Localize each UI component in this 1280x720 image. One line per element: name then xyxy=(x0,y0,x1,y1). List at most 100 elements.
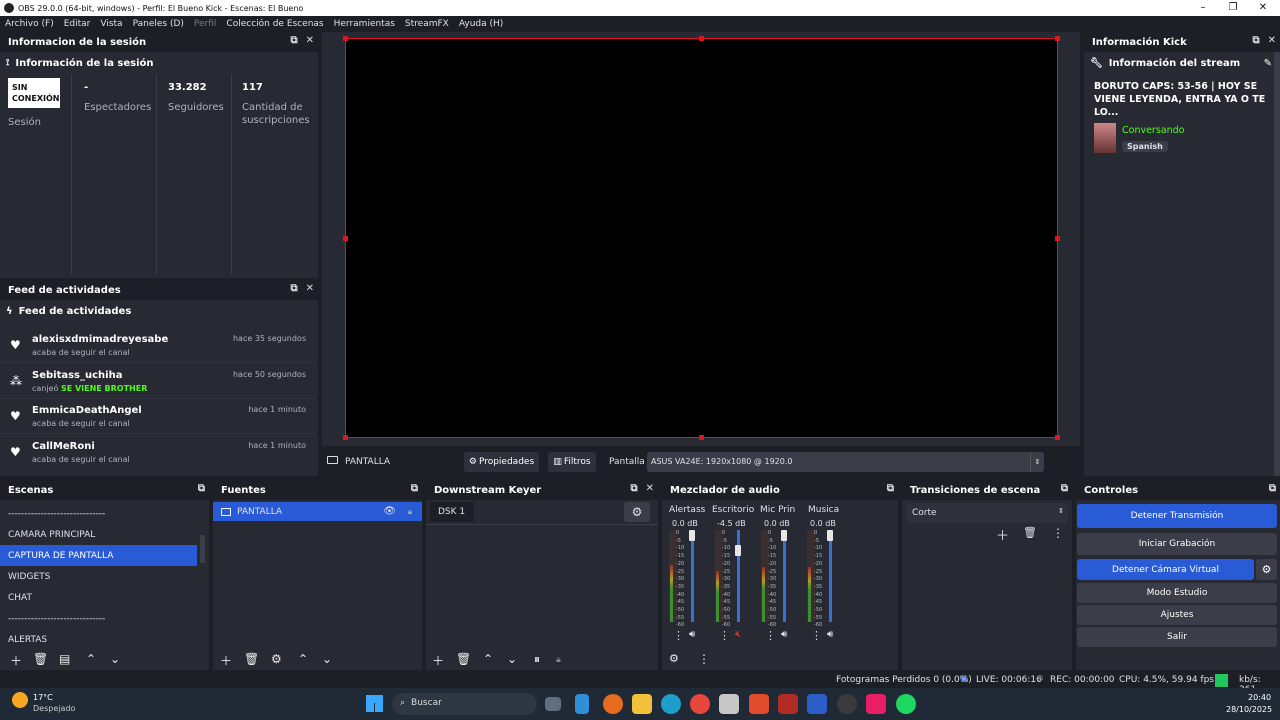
close-icon[interactable]: ✕ xyxy=(306,35,314,46)
gear-icon[interactable]: ⚙ xyxy=(624,502,650,522)
list-item[interactable]: ALERTAS xyxy=(0,629,209,650)
float-icon[interactable]: ⧉ xyxy=(411,483,418,494)
display-select[interactable]: ASUS VA24E: 1920x1080 @ 1920.0 ⇕ xyxy=(647,452,1044,472)
float-icon[interactable]: ⧉ xyxy=(290,35,297,46)
fader-handle[interactable] xyxy=(689,530,695,541)
exit-button[interactable]: Salir xyxy=(1077,627,1277,647)
obs-icon[interactable] xyxy=(837,694,857,714)
down-icon[interactable]: ⌄ xyxy=(110,652,120,666)
up-icon[interactable]: ⌃ xyxy=(483,652,493,666)
float-icon[interactable]: ⧉ xyxy=(1269,483,1276,494)
source-item[interactable]: PANTALLA 👁︎ 🔒︎ xyxy=(213,502,422,521)
list-item[interactable]: ------------------------------ xyxy=(0,503,209,524)
gear-icon[interactable]: ⚙ xyxy=(271,652,282,666)
stop-virtual-cam-button[interactable]: Detener Cámara Virtual xyxy=(1077,559,1254,580)
muted-speaker-icon[interactable]: 🔇︎ xyxy=(735,629,741,640)
float-icon[interactable]: ⧉ xyxy=(630,483,637,494)
mixer-settings-icon[interactable]: ⚙ xyxy=(669,652,679,665)
close-icon[interactable]: ✕ xyxy=(646,483,654,494)
filter-icon[interactable]: ▤ xyxy=(59,652,70,666)
menu-ayuda[interactable]: Ayuda (H) xyxy=(454,19,508,29)
transition-select[interactable]: Corte ⇕ xyxy=(906,503,1068,523)
speaker-icon[interactable]: 🔊︎ xyxy=(827,629,833,640)
start-recording-button[interactable]: Iniciar Grabación xyxy=(1077,533,1277,555)
close-icon[interactable]: ✕ xyxy=(306,283,314,294)
dsk-tab[interactable]: DSK 1 xyxy=(430,502,474,522)
list-item[interactable]: CHAT xyxy=(0,587,209,608)
volume-fader[interactable] xyxy=(691,530,694,622)
preview-canvas[interactable] xyxy=(343,36,1060,440)
down-icon[interactable]: ⌄ xyxy=(507,652,517,666)
pause-icon[interactable]: ⏸︎ xyxy=(534,652,540,667)
menu-dots-icon[interactable]: ⋮ xyxy=(719,629,730,642)
resize-handle[interactable] xyxy=(1055,435,1060,440)
studio-mode-button[interactable]: Modo Estudio xyxy=(1077,583,1277,603)
properties-button[interactable]: ⚙ Propiedades xyxy=(464,452,539,472)
menu-coleccion[interactable]: Colección de Escenas xyxy=(221,19,328,29)
fader-handle[interactable] xyxy=(735,545,741,556)
menu-vista[interactable]: Vista xyxy=(95,19,127,29)
float-icon[interactable]: ⧉ xyxy=(198,483,205,494)
down-icon[interactable]: ⌄ xyxy=(322,652,332,666)
edit-icon[interactable]: ✎ xyxy=(1264,58,1272,69)
trash-icon[interactable]: 🗑︎ xyxy=(33,652,48,666)
menu-paneles[interactable]: Paneles (D) xyxy=(128,19,189,29)
speaker-icon[interactable]: 🔊︎ xyxy=(689,629,695,640)
task-view-icon[interactable] xyxy=(545,697,561,711)
menu-dots-icon[interactable]: ⋮ xyxy=(698,652,710,666)
close-icon[interactable]: ✕ xyxy=(1268,35,1276,46)
firefox-icon[interactable] xyxy=(603,694,623,714)
eye-icon[interactable]: 👁︎ xyxy=(383,506,396,517)
volume-fader[interactable] xyxy=(737,530,740,622)
close-icon[interactable]: ✕ xyxy=(1248,0,1278,16)
menu-dots-icon[interactable]: ⋮ xyxy=(673,629,684,642)
fader-handle[interactable] xyxy=(827,530,833,541)
add-icon[interactable]: ＋ xyxy=(432,652,444,669)
menu-perfil[interactable]: Perfil xyxy=(189,19,222,29)
lock-icon[interactable]: 🔒︎ xyxy=(556,655,561,665)
windows-start-icon[interactable] xyxy=(366,695,383,712)
weather-icon[interactable] xyxy=(12,692,28,708)
trash-icon[interactable]: 🗑︎ xyxy=(1023,526,1037,539)
dock-scrollbar[interactable] xyxy=(1274,52,1280,476)
spotify-icon[interactable] xyxy=(896,694,916,714)
menu-herramientas[interactable]: Herramientas xyxy=(329,19,400,29)
taskbar-search[interactable]: ⌕ Buscar xyxy=(392,693,537,715)
resize-handle[interactable] xyxy=(1055,236,1060,241)
add-icon[interactable]: ＋ xyxy=(10,652,22,669)
add-icon[interactable]: ＋ xyxy=(220,652,232,669)
menu-dots-icon[interactable]: ⋮ xyxy=(765,629,776,642)
resize-handle[interactable] xyxy=(343,435,348,440)
resize-handle[interactable] xyxy=(699,435,704,440)
virtual-cam-settings-button[interactable]: ⚙ xyxy=(1256,559,1277,580)
menu-streamfx[interactable]: StreamFX xyxy=(400,19,454,29)
float-icon[interactable]: ⧉ xyxy=(290,283,297,294)
up-icon[interactable]: ⌃ xyxy=(86,652,96,666)
list-item[interactable]: CAMARA PRINCIPAL xyxy=(0,524,209,545)
volume-fader[interactable] xyxy=(783,530,786,622)
float-icon[interactable]: ⧉ xyxy=(887,483,894,494)
menu-editar[interactable]: Editar xyxy=(59,19,96,29)
menu-dots-icon[interactable]: ⋮ xyxy=(1052,526,1064,540)
edge-icon[interactable] xyxy=(661,694,681,714)
resize-handle[interactable] xyxy=(343,236,348,241)
word-icon[interactable] xyxy=(807,694,827,714)
scenes-scrollbar[interactable] xyxy=(200,535,205,563)
resize-handle[interactable] xyxy=(699,36,704,41)
app-icon[interactable] xyxy=(749,694,769,714)
trash-icon[interactable]: 🗑︎ xyxy=(456,652,471,666)
photo-app-icon[interactable] xyxy=(719,694,739,714)
fader-handle[interactable] xyxy=(781,530,787,541)
maximize-icon[interactable]: ❐ xyxy=(1218,0,1248,16)
resize-handle[interactable] xyxy=(1055,36,1060,41)
chrome-icon[interactable] xyxy=(690,694,710,714)
up-icon[interactable]: ⌃ xyxy=(298,652,308,666)
lock-icon[interactable]: 🔒︎ xyxy=(408,507,412,517)
resize-handle[interactable] xyxy=(343,36,348,41)
float-icon[interactable]: ⧉ xyxy=(1061,483,1068,494)
float-icon[interactable]: ⧉ xyxy=(1252,35,1259,46)
menu-dots-icon[interactable]: ⋮ xyxy=(811,629,822,642)
stop-stream-button[interactable]: Detener Transmisión xyxy=(1077,504,1277,528)
trash-icon[interactable]: 🗑︎ xyxy=(244,652,259,666)
minimize-icon[interactable]: – xyxy=(1188,0,1218,16)
